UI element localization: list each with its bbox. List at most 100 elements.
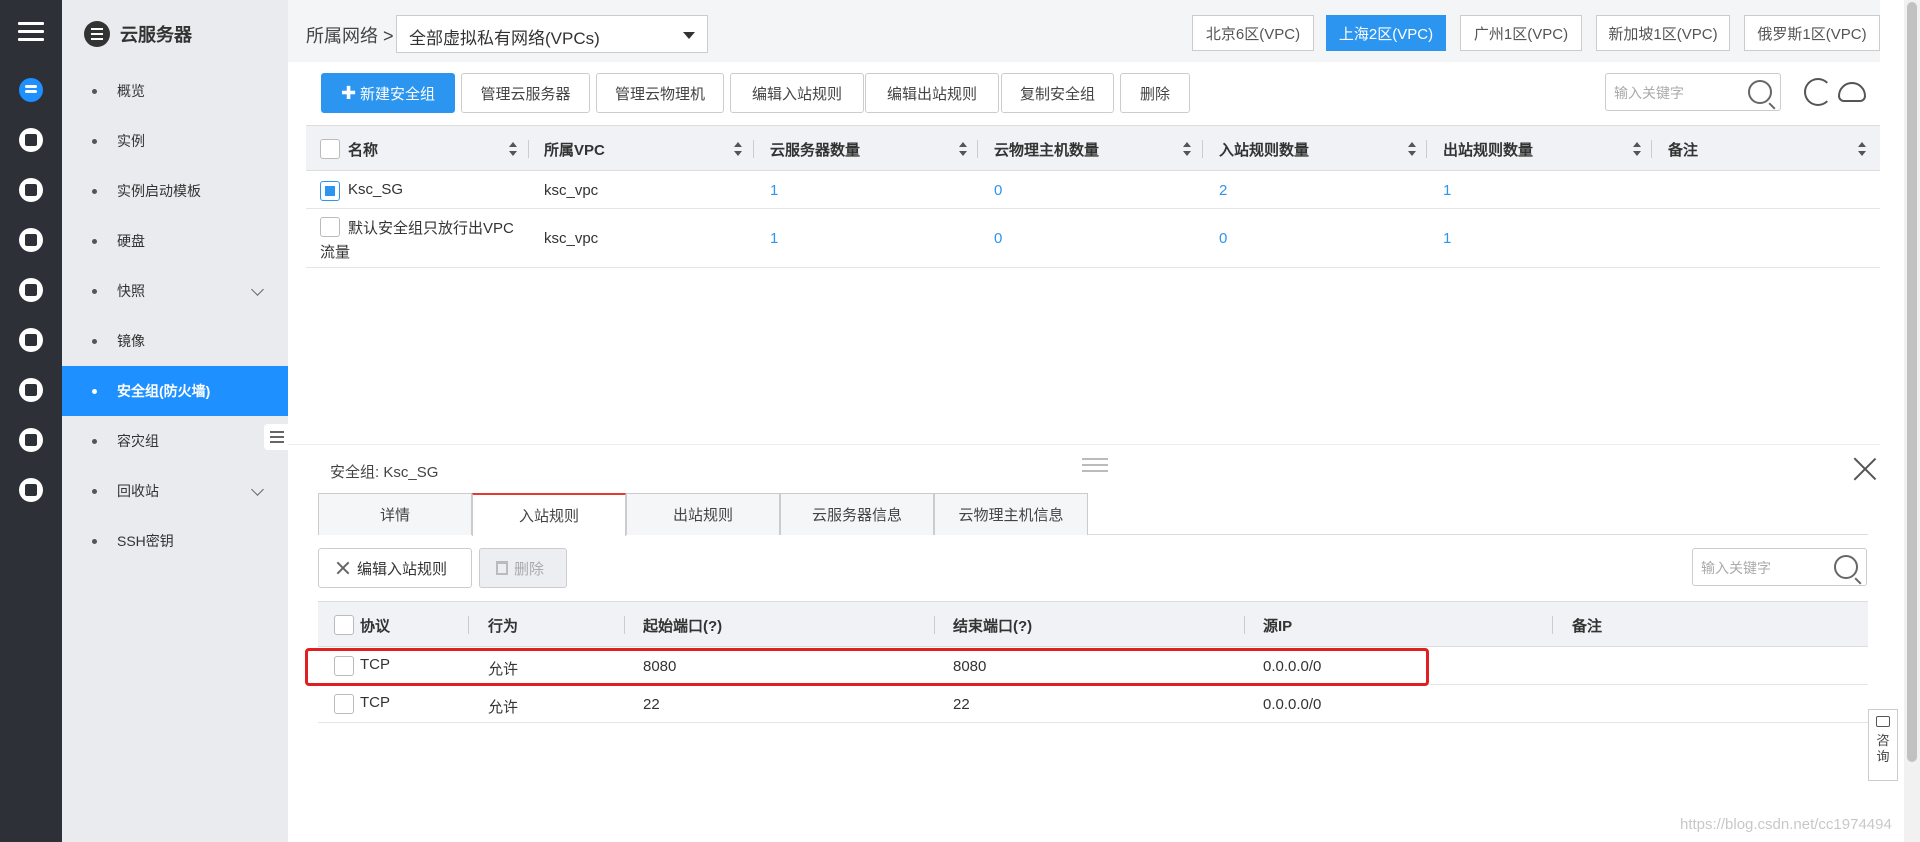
scrollbar[interactable] [1904, 0, 1920, 842]
drag-handle-icon[interactable] [1082, 458, 1108, 476]
sidebar-item-label: 镜像 [117, 333, 145, 349]
sort-icon[interactable] [1633, 142, 1641, 156]
sidebar-item-disks[interactable]: 硬盘 [62, 216, 288, 266]
search-icon[interactable] [1748, 80, 1772, 104]
new-security-group-button[interactable]: ✚ 新建安全组 [321, 73, 455, 113]
sidebar-item-label: 硬盘 [117, 233, 145, 249]
col-inbound[interactable]: 入站规则数量 [1219, 126, 1309, 172]
firewall-icon[interactable] [19, 378, 43, 402]
close-icon[interactable] [1852, 456, 1878, 482]
sidebar-item-snapshots[interactable]: 快照 [62, 266, 288, 316]
template-icon[interactable] [19, 178, 43, 202]
cloud-upload-icon[interactable] [1838, 82, 1866, 102]
scrollbar-thumb[interactable] [1907, 2, 1917, 762]
recycle-icon[interactable] [19, 478, 43, 502]
sort-icon[interactable] [1183, 142, 1191, 156]
disk-icon[interactable] [19, 228, 43, 252]
copy-security-group-button[interactable]: 复制安全组 [1001, 73, 1114, 113]
sort-icon[interactable] [1408, 142, 1416, 156]
region-beijing6[interactable]: 北京6区(VPC) [1192, 15, 1314, 51]
sort-icon[interactable] [734, 142, 742, 156]
sidebar-item-images[interactable]: 镜像 [62, 316, 288, 366]
search-placeholder: 输入关键字 [1701, 560, 1771, 576]
cell-inbound[interactable]: 2 [1219, 182, 1227, 199]
col-servers[interactable]: 云服务器数量 [770, 126, 860, 172]
snapshot-icon[interactable] [19, 278, 43, 302]
edit-inbound-rules-button[interactable]: 编辑入站规则 [318, 548, 472, 588]
cell-hosts[interactable]: 0 [994, 182, 1002, 199]
sidebar-item-label: 实例启动模板 [117, 183, 201, 199]
cell-servers[interactable]: 1 [770, 182, 778, 199]
edit-inbound-button[interactable]: 编辑入站规则 [730, 73, 864, 113]
col-vpc[interactable]: 所属VPC [544, 126, 605, 172]
cell-hosts[interactable]: 0 [994, 230, 1002, 247]
consult-button[interactable]: 咨 询 [1868, 709, 1898, 781]
instance-icon[interactable] [19, 128, 43, 152]
menu-icon[interactable] [18, 22, 44, 42]
disaster-icon[interactable] [19, 428, 43, 452]
sidebar-item-ssh-keys[interactable]: SSH密钥 [62, 516, 288, 566]
table-row[interactable]: TCP 允许 22 22 0.0.0.0/0 [318, 685, 1868, 723]
cell-source-ip: 0.0.0.0/0 [1263, 696, 1322, 713]
cell-inbound[interactable]: 0 [1219, 230, 1227, 247]
table-row[interactable]: Ksc_SG ksc_vpc 1 0 2 1 [306, 171, 1880, 209]
sidebar-item-disaster-groups[interactable]: 容灾组 [62, 416, 288, 466]
sort-icon[interactable] [509, 142, 517, 156]
cell-outbound[interactable]: 1 [1443, 230, 1451, 247]
tab-host-info[interactable]: 云物理主机信息 [934, 493, 1088, 535]
sort-icon[interactable] [1858, 142, 1866, 156]
refresh-icon[interactable] [1804, 78, 1832, 106]
tab-details[interactable]: 详情 [318, 493, 472, 535]
delete-button[interactable]: 删除 [1120, 73, 1190, 113]
column-divider [934, 616, 935, 634]
column-divider [1244, 616, 1245, 634]
tab-inbound-rules[interactable]: 入站规则 [472, 493, 626, 536]
cell-protocol: TCP [360, 694, 390, 711]
region-guangzhou1[interactable]: 广州1区(VPC) [1460, 15, 1582, 51]
column-divider [753, 140, 754, 158]
row-checkbox[interactable] [320, 217, 340, 237]
image-icon[interactable] [19, 328, 43, 352]
table-row[interactable]: 默认安全组只放行出VPC 流量 ksc_vpc 1 0 0 1 [306, 209, 1880, 268]
region-shanghai2[interactable]: 上海2区(VPC) [1326, 15, 1446, 51]
plus-icon: ✚ [340, 82, 357, 103]
tab-server-info[interactable]: 云服务器信息 [780, 493, 934, 535]
collapse-sidebar-icon[interactable] [264, 424, 288, 450]
select-all-checkbox[interactable] [320, 139, 340, 159]
col-outbound[interactable]: 出站规则数量 [1443, 126, 1533, 172]
sidebar-item-recycle-bin[interactable]: 回收站 [62, 466, 288, 516]
detail-sg-name: Ksc_SG [383, 464, 439, 481]
bullet-icon [92, 538, 97, 544]
sidebar-item-overview[interactable]: 概览 [62, 66, 288, 116]
breadcrumb: 所属网络 > [306, 26, 394, 46]
edit-inbound-rules-label: 编辑入站规则 [357, 560, 448, 578]
tab-outbound-rules[interactable]: 出站规则 [626, 493, 780, 535]
rule-search-input[interactable]: 输入关键字 [1692, 548, 1867, 586]
bullet-icon [92, 438, 97, 444]
search-input[interactable]: 输入关键字 [1605, 73, 1781, 111]
column-divider [528, 140, 529, 158]
search-icon[interactable] [1834, 555, 1858, 579]
sort-icon[interactable] [959, 142, 967, 156]
col-hosts[interactable]: 云物理主机数量 [994, 126, 1099, 172]
sidebar-item-instances[interactable]: 实例 [62, 116, 288, 166]
sidebar-item-launch-templates[interactable]: 实例启动模板 [62, 166, 288, 216]
row-checkbox[interactable] [334, 694, 354, 714]
manage-hosts-button[interactable]: 管理云物理机 [596, 73, 724, 113]
region-russia1[interactable]: 俄罗斯1区(VPC) [1744, 15, 1880, 51]
select-all-checkbox[interactable] [334, 615, 354, 635]
manage-servers-button[interactable]: 管理云服务器 [461, 73, 590, 113]
server-icon[interactable] [19, 78, 43, 102]
cell-servers[interactable]: 1 [770, 230, 778, 247]
cell-vpc: ksc_vpc [544, 230, 599, 247]
sidebar-item-label: 回收站 [117, 483, 159, 499]
delete-rule-button[interactable]: 删除 [479, 548, 567, 588]
cell-outbound[interactable]: 1 [1443, 182, 1451, 199]
sidebar-item-security-groups[interactable]: 安全组(防火墙) [62, 366, 288, 416]
row-checkbox[interactable] [320, 181, 340, 201]
vpc-select[interactable]: 全部虚拟私有网络(VPCs) [396, 15, 708, 53]
col-note[interactable]: 备注 [1668, 126, 1698, 172]
edit-outbound-button[interactable]: 编辑出站规则 [865, 73, 999, 113]
region-singapore1[interactable]: 新加坡1区(VPC) [1596, 15, 1730, 51]
col-name[interactable]: 名称 [348, 126, 378, 172]
